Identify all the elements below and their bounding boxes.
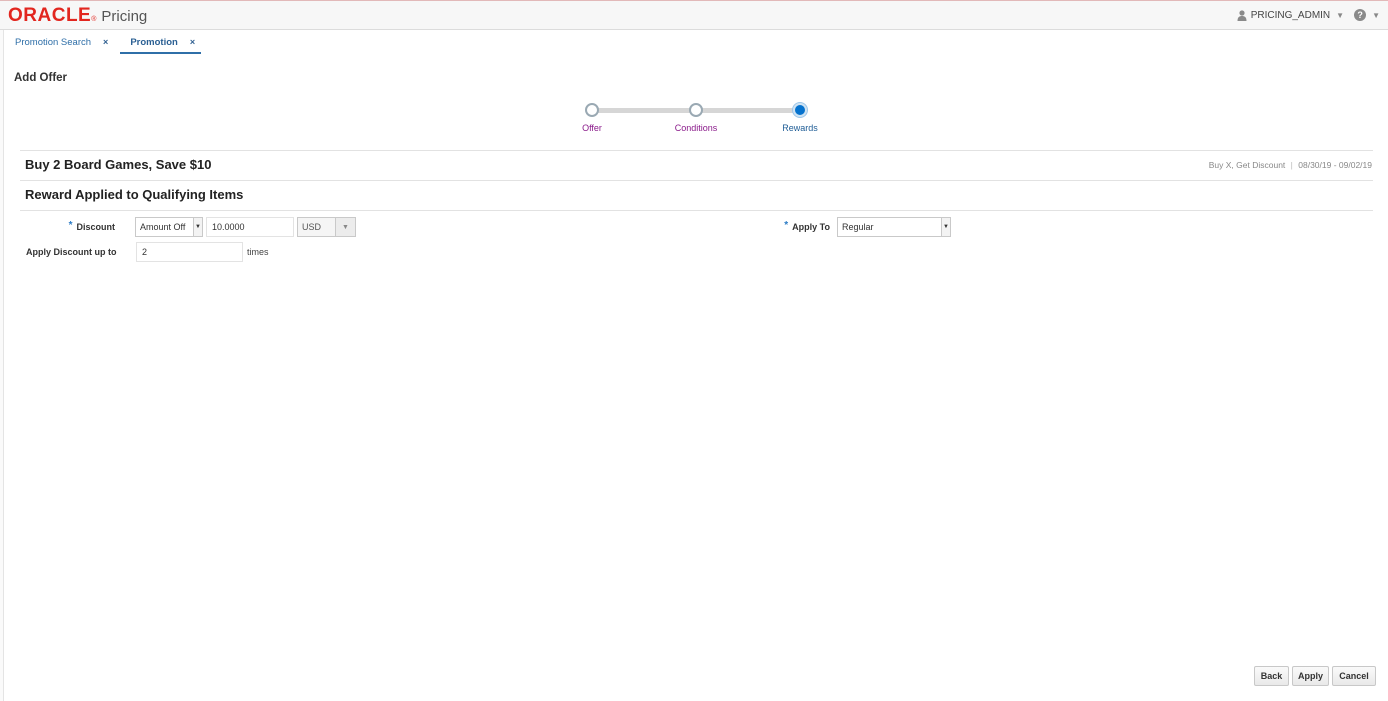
chevron-down-icon[interactable]: ▼ xyxy=(1372,11,1380,20)
help-icon[interactable]: ? xyxy=(1354,9,1367,21)
apply-to-label: * Apply To xyxy=(760,220,830,233)
close-icon[interactable]: × xyxy=(190,37,195,47)
tab-promotion[interactable]: Promotion × xyxy=(120,32,202,54)
required-mark: * xyxy=(784,220,789,231)
document-tabs: Promotion Search × Promotion × xyxy=(8,32,202,54)
divider xyxy=(20,210,1373,211)
chevron-down-icon[interactable]: ▼ xyxy=(193,218,202,236)
app-header: ORACLE ® Pricing PRICING_ADMIN ▼ ? ▼ xyxy=(0,0,1388,30)
apply-to-value: Regular xyxy=(842,222,874,232)
currency-value: USD xyxy=(302,222,322,232)
brand-name: ORACLE xyxy=(8,5,92,26)
discount-label-text: Discount xyxy=(76,222,115,232)
chevron-down-icon[interactable]: ▼ xyxy=(335,218,355,236)
left-rail xyxy=(0,30,4,701)
apply-to-select[interactable]: Regular ▼ xyxy=(837,217,951,237)
page-title: Add Offer xyxy=(14,72,68,84)
section-title: Reward Applied to Qualifying Items xyxy=(25,187,244,202)
times-suffix: times xyxy=(247,247,269,257)
train-stop-conditions[interactable] xyxy=(689,103,703,117)
user-icon xyxy=(1237,9,1247,21)
discount-type-value: Amount Off xyxy=(140,222,186,232)
train-label-rewards[interactable]: Rewards xyxy=(760,123,840,133)
train-stop-rewards[interactable] xyxy=(793,103,807,117)
apply-button[interactable]: Apply xyxy=(1292,666,1329,686)
brand-mark: ® xyxy=(91,16,97,23)
tab-label[interactable]: Promotion xyxy=(130,37,178,48)
discount-value-input[interactable] xyxy=(206,217,294,237)
tab-promotion-search[interactable]: Promotion Search × xyxy=(8,32,114,54)
offer-type: Buy X, Get Discount xyxy=(1208,160,1286,170)
train-label-conditions[interactable]: Conditions xyxy=(656,123,736,133)
cancel-button[interactable]: Cancel xyxy=(1332,666,1376,686)
meta-separator: | xyxy=(1290,160,1293,170)
close-icon[interactable]: × xyxy=(103,37,108,47)
user-name[interactable]: PRICING_ADMIN xyxy=(1251,10,1330,21)
required-mark: * xyxy=(68,220,73,231)
offer-name: Buy 2 Board Games, Save $10 xyxy=(25,157,212,172)
offer-meta: Buy X, Get Discount | 08/30/19 - 09/02/1… xyxy=(1209,160,1372,170)
apply-up-to-label: Apply Discount up to xyxy=(26,247,117,257)
chevron-down-icon[interactable]: ▼ xyxy=(941,218,950,236)
discount-label: * Discount xyxy=(40,220,115,233)
discount-type-select[interactable]: Amount Off ▼ xyxy=(135,217,203,237)
product-name: Pricing xyxy=(101,8,148,25)
currency-select[interactable]: USD ▼ xyxy=(297,217,356,237)
train-stop-offer[interactable] xyxy=(585,103,599,117)
oracle-logo: ORACLE ® Pricing xyxy=(8,5,147,27)
apply-to-label-text: Apply To xyxy=(792,222,830,232)
train-label-offer[interactable]: Offer xyxy=(552,123,632,133)
back-button[interactable]: Back xyxy=(1254,666,1289,686)
user-menu[interactable]: PRICING_ADMIN ▼ ? ▼ xyxy=(1237,9,1380,21)
tab-label[interactable]: Promotion Search xyxy=(15,37,91,48)
process-train: Offer Conditions Rewards xyxy=(560,100,830,140)
apply-up-to-input[interactable] xyxy=(136,242,243,262)
chevron-down-icon[interactable]: ▼ xyxy=(1336,11,1344,20)
divider xyxy=(20,180,1373,181)
offer-date-range: 08/30/19 - 09/02/19 xyxy=(1298,160,1372,170)
divider xyxy=(20,150,1373,151)
